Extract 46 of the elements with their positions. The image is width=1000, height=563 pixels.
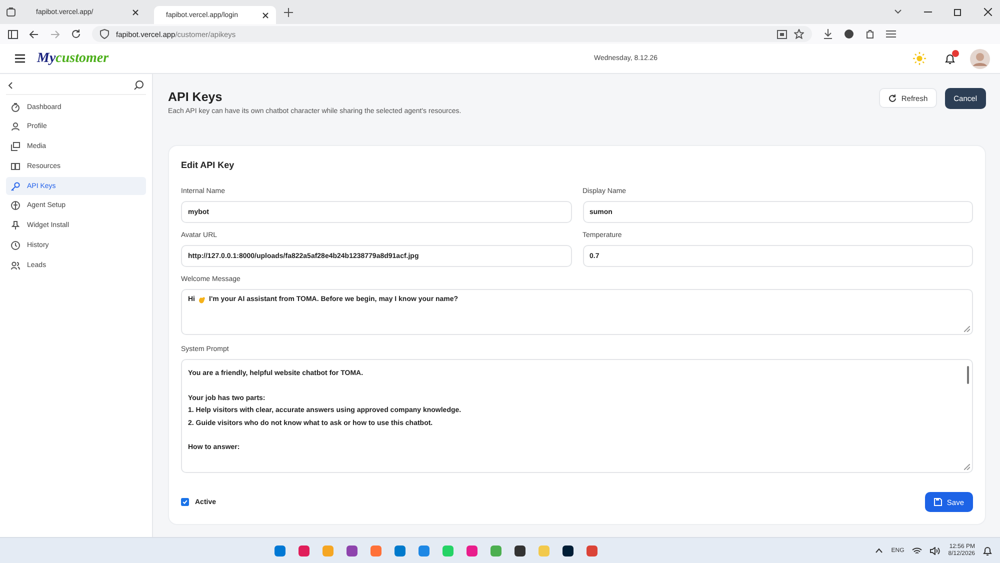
app-icon[interactable] (562, 544, 574, 556)
agent-icon (11, 201, 20, 210)
close-icon[interactable] (132, 8, 139, 16)
reload-icon[interactable] (71, 29, 81, 39)
key-icon (11, 182, 20, 191)
extensions-icon[interactable] (865, 29, 875, 39)
wifi-icon[interactable] (912, 546, 922, 554)
notification-dot (952, 50, 960, 56)
menu-icon[interactable] (15, 54, 25, 63)
logo[interactable]: Mycustomer (37, 50, 109, 66)
chevron-left-icon[interactable] (8, 82, 13, 88)
search-icon[interactable] (134, 80, 144, 90)
pin-icon (11, 221, 20, 230)
reader-icon[interactable] (777, 30, 787, 38)
bell-icon[interactable] (944, 52, 956, 64)
checkbox[interactable] (181, 498, 189, 506)
book-icon (11, 162, 20, 171)
clock-icon (11, 241, 20, 250)
shield-icon (100, 29, 109, 39)
new-tab-icon[interactable] (284, 8, 293, 16)
resize-handle-icon[interactable] (964, 464, 970, 470)
form-title: Edit API Key (181, 160, 236, 170)
restore-icon[interactable] (954, 8, 962, 16)
close-icon[interactable] (984, 8, 992, 16)
chevron-down-icon[interactable] (894, 9, 902, 15)
speaker-icon[interactable] (930, 546, 940, 554)
people-icon (11, 260, 20, 270)
star-icon[interactable] (794, 29, 804, 39)
bell-icon[interactable] (983, 546, 992, 556)
close-icon[interactable] (262, 12, 269, 18)
gauge-icon (11, 102, 20, 112)
sidebar-icon[interactable] (8, 30, 18, 38)
tab-groups-icon[interactable] (6, 7, 16, 17)
avatar-icon[interactable] (970, 48, 990, 68)
menu-icon[interactable] (886, 30, 896, 38)
download-icon[interactable] (823, 29, 833, 39)
app-icon[interactable] (514, 544, 526, 556)
scrollbar[interactable] (967, 366, 969, 384)
media-icon (11, 142, 20, 152)
account-icon[interactable] (844, 29, 854, 39)
page-title: API Keys (168, 90, 224, 104)
chevron-up-icon[interactable] (875, 548, 884, 553)
resize-handle-icon[interactable] (964, 326, 970, 332)
refresh-icon (888, 94, 898, 102)
person-icon (11, 122, 20, 132)
back-icon[interactable] (29, 30, 39, 38)
